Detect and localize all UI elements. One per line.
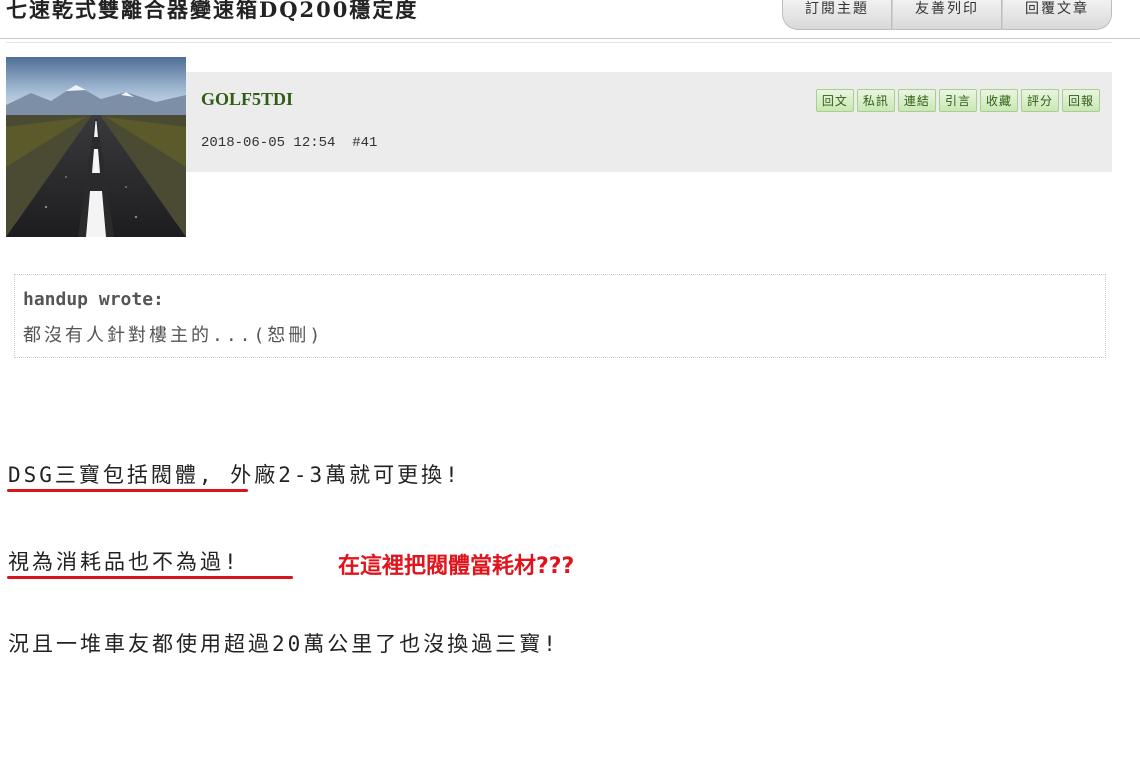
topic-bar: 七速乾式雙離合器變速箱DQ200穩定度 訂閱主題 友善列印 回覆文章 xyxy=(0,0,1140,39)
quote-text: 都沒有人針對樓主的...(恕刪) xyxy=(23,325,324,346)
print-friendly-button[interactable]: 友善列印 xyxy=(892,0,1002,30)
quote-block: handup wrote: 都沒有人針對樓主的...(恕刪) xyxy=(14,274,1106,358)
reply-post-button[interactable]: 回文 xyxy=(815,89,854,112)
avatar-road-image xyxy=(6,57,186,237)
avatar[interactable] xyxy=(6,57,186,237)
divider xyxy=(6,42,1112,43)
favorite-button[interactable]: 收藏 xyxy=(979,89,1018,112)
content-line-3: 況且一堆車友都使用超過20萬公里了也沒換過三寶! xyxy=(8,632,559,656)
content-line-1: DSG三寶包括閥體, 外廠2-3萬就可更換! xyxy=(8,463,461,487)
subscribe-topic-button[interactable]: 訂閱主題 xyxy=(782,0,892,30)
rate-button[interactable]: 評分 xyxy=(1020,89,1059,112)
red-underline-1 xyxy=(7,489,248,492)
report-button[interactable]: 回報 xyxy=(1061,89,1100,112)
content-line-2: 視為消耗品也不為過! xyxy=(8,550,240,574)
red-annotation: 在這裡把閥體當耗材??? xyxy=(338,554,575,579)
post-floor-number[interactable]: #41 xyxy=(352,135,377,151)
quote-button[interactable]: 引言 xyxy=(938,89,977,112)
post-actions: 回文 私訊 連結 引言 收藏 評分 回報 xyxy=(815,89,1100,112)
topic-actions: 訂閱主題 友善列印 回覆文章 xyxy=(782,0,1112,30)
reply-article-button[interactable]: 回覆文章 xyxy=(1002,0,1112,30)
link-button[interactable]: 連結 xyxy=(897,89,936,112)
post-datetime: 2018-06-05 12:54 xyxy=(201,135,336,151)
post-meta: 2018-06-05 12:54 #41 xyxy=(201,135,377,151)
post-header: GOLF5TDI 2018-06-05 12:54 #41 回文 私訊 連結 引… xyxy=(186,72,1112,172)
username-link[interactable]: GOLF5TDI xyxy=(201,89,293,110)
private-message-button[interactable]: 私訊 xyxy=(856,89,895,112)
quote-author: handup wrote: xyxy=(23,289,164,310)
topic-title: 七速乾式雙離合器變速箱DQ200穩定度 xyxy=(6,0,419,22)
red-underline-2 xyxy=(7,576,293,579)
